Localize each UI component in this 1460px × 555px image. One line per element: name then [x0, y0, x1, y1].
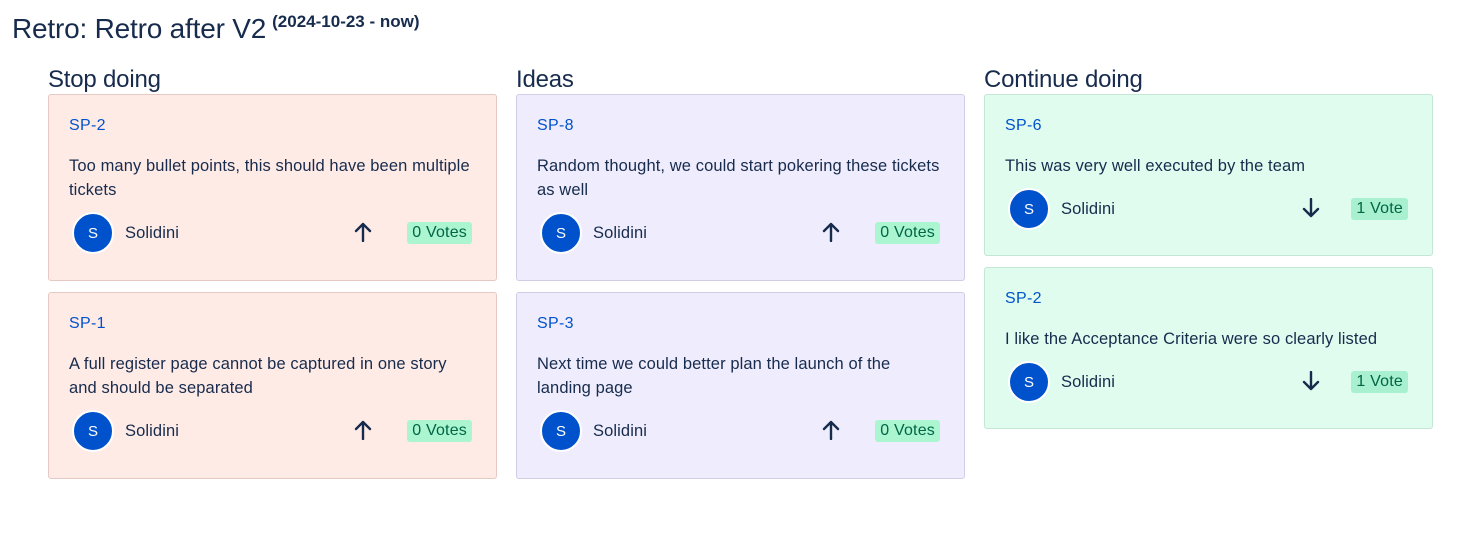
retro-card[interactable]: SP-1 A full register page cannot be capt… — [48, 292, 497, 479]
retro-card[interactable]: SP-2 I like the Acceptance Criteria were… — [984, 267, 1433, 429]
avatar: S — [72, 212, 114, 254]
author-name: Solidini — [125, 421, 179, 440]
arrow-up-icon[interactable] — [821, 221, 841, 243]
retro-board-page: Retro: Retro after V2 (2024-10-23 - now)… — [0, 0, 1460, 555]
card-footer: S Solidini 0 Votes — [537, 212, 944, 254]
avatar: S — [540, 410, 582, 452]
retro-date-range: (2024-10-23 - now) — [272, 12, 420, 31]
card-text: Too many bullet points, this should have… — [69, 157, 470, 199]
vote-count-badge: 1 Vote — [1351, 198, 1408, 220]
author-name: Solidini — [1061, 372, 1115, 391]
card-key-link[interactable]: SP-6 — [1005, 116, 1412, 136]
author-name: Solidini — [125, 223, 179, 242]
card-list: SP-8 Random thought, we could start poke… — [516, 94, 965, 479]
vote-count-badge: 0 Votes — [407, 420, 472, 442]
vote-count-badge: 0 Votes — [875, 420, 940, 442]
vote-count-badge: 0 Votes — [875, 222, 940, 244]
card-text: A full register page cannot be captured … — [69, 355, 447, 397]
card-key-link[interactable]: SP-2 — [69, 116, 476, 136]
retro-card[interactable]: SP-8 Random thought, we could start poke… — [516, 94, 965, 281]
card-text: I like the Acceptance Criteria were so c… — [1005, 330, 1378, 348]
arrow-down-icon[interactable] — [1301, 197, 1321, 219]
avatar: S — [540, 212, 582, 254]
page-header: Retro: Retro after V2 (2024-10-23 - now) — [12, 10, 420, 48]
column-stop-doing: Stop doing SP-2 Too many bullet points, … — [48, 64, 497, 479]
author-name: Solidini — [1061, 199, 1115, 218]
vote-count-badge: 0 Votes — [407, 222, 472, 244]
column-continue-doing: Continue doing SP-6 This was very well e… — [984, 64, 1433, 479]
avatar: S — [1008, 188, 1050, 230]
page-title: Retro: Retro after V2 — [12, 13, 267, 44]
retro-columns: Stop doing SP-2 Too many bullet points, … — [48, 64, 1433, 479]
column-title: Ideas — [516, 66, 574, 93]
vote-count-badge: 1 Vote — [1351, 371, 1408, 393]
retro-card[interactable]: SP-6 This was very well executed by the … — [984, 94, 1433, 256]
card-footer: S Solidini 1 Vote — [1005, 361, 1412, 403]
column-title: Stop doing — [48, 66, 161, 93]
card-text: Next time we could better plan the launc… — [537, 355, 891, 397]
card-text: Random thought, we could start pokering … — [537, 157, 940, 199]
card-footer: S Solidini 0 Votes — [537, 410, 944, 452]
card-text: This was very well executed by the team — [1005, 157, 1306, 175]
card-list: SP-2 Too many bullet points, this should… — [48, 94, 497, 479]
card-list: SP-6 This was very well executed by the … — [984, 94, 1433, 429]
author-name: Solidini — [593, 223, 647, 242]
retro-card[interactable]: SP-3 Next time we could better plan the … — [516, 292, 965, 479]
author-name: Solidini — [593, 421, 647, 440]
card-footer: S Solidini 0 Votes — [69, 410, 476, 452]
card-key-link[interactable]: SP-8 — [537, 116, 944, 136]
column-title: Continue doing — [984, 66, 1143, 93]
arrow-down-icon[interactable] — [1301, 370, 1321, 392]
arrow-up-icon[interactable] — [353, 419, 373, 441]
card-key-link[interactable]: SP-1 — [69, 314, 476, 334]
arrow-up-icon[interactable] — [353, 221, 373, 243]
avatar: S — [72, 410, 114, 452]
card-key-link[interactable]: SP-3 — [537, 314, 944, 334]
card-footer: S Solidini 0 Votes — [69, 212, 476, 254]
retro-card[interactable]: SP-2 Too many bullet points, this should… — [48, 94, 497, 281]
avatar: S — [1008, 361, 1050, 403]
column-ideas: Ideas SP-8 Random thought, we could star… — [516, 64, 965, 479]
arrow-up-icon[interactable] — [821, 419, 841, 441]
card-footer: S Solidini 1 Vote — [1005, 188, 1412, 230]
card-key-link[interactable]: SP-2 — [1005, 289, 1412, 309]
